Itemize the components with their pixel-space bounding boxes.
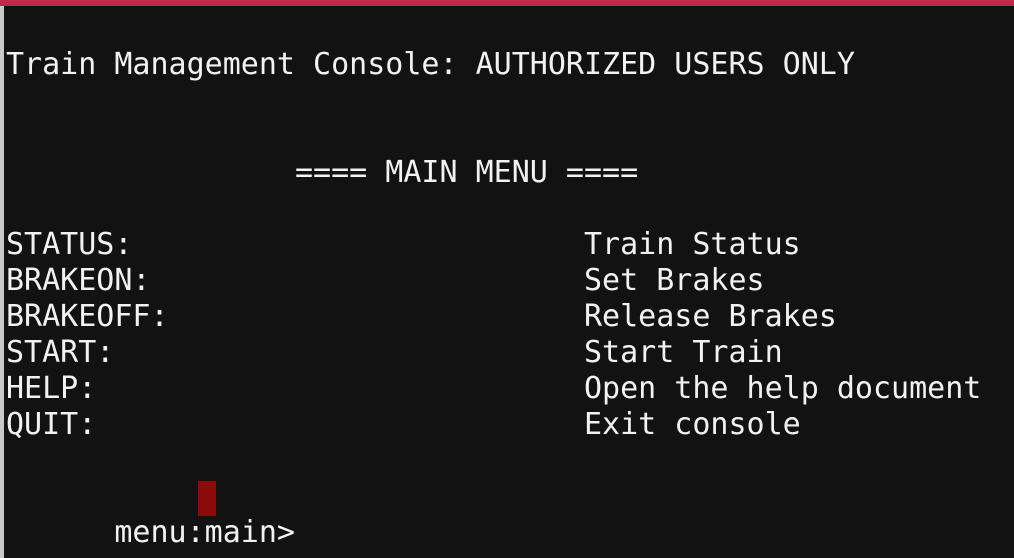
menu-command-brakeon: BRAKEON:	[6, 263, 151, 298]
menu-command-quit: QUIT:	[6, 407, 97, 442]
menu-description-brakeon: Set Brakes	[584, 263, 765, 298]
terminal-output[interactable]: Train Management Console: AUTHORIZED USE…	[6, 0, 1010, 558]
text-cursor	[198, 481, 216, 516]
menu-command-brakeoff: BRAKEOFF:	[6, 299, 169, 334]
menu-description-quit: Exit console	[584, 407, 801, 442]
menu-command-help: HELP:	[6, 371, 97, 406]
menu-description-status: Train Status	[584, 227, 801, 262]
menu-description-brakeoff: Release Brakes	[584, 299, 837, 334]
menu-command-status: STATUS:	[6, 227, 133, 262]
window-left-border	[0, 6, 4, 558]
terminal-window: Train Management Console: AUTHORIZED USE…	[0, 0, 1014, 558]
menu-description-start: Start Train	[584, 335, 783, 370]
menu-title: ==== MAIN MENU ====	[295, 155, 639, 190]
command-prompt[interactable]: menu:main>	[6, 479, 313, 550]
menu-description-help: Open the help document	[584, 371, 982, 406]
prompt-label: menu:main>	[114, 515, 314, 550]
menu-command-start: START:	[6, 335, 115, 370]
console-banner: Train Management Console: AUTHORIZED USE…	[6, 47, 855, 82]
